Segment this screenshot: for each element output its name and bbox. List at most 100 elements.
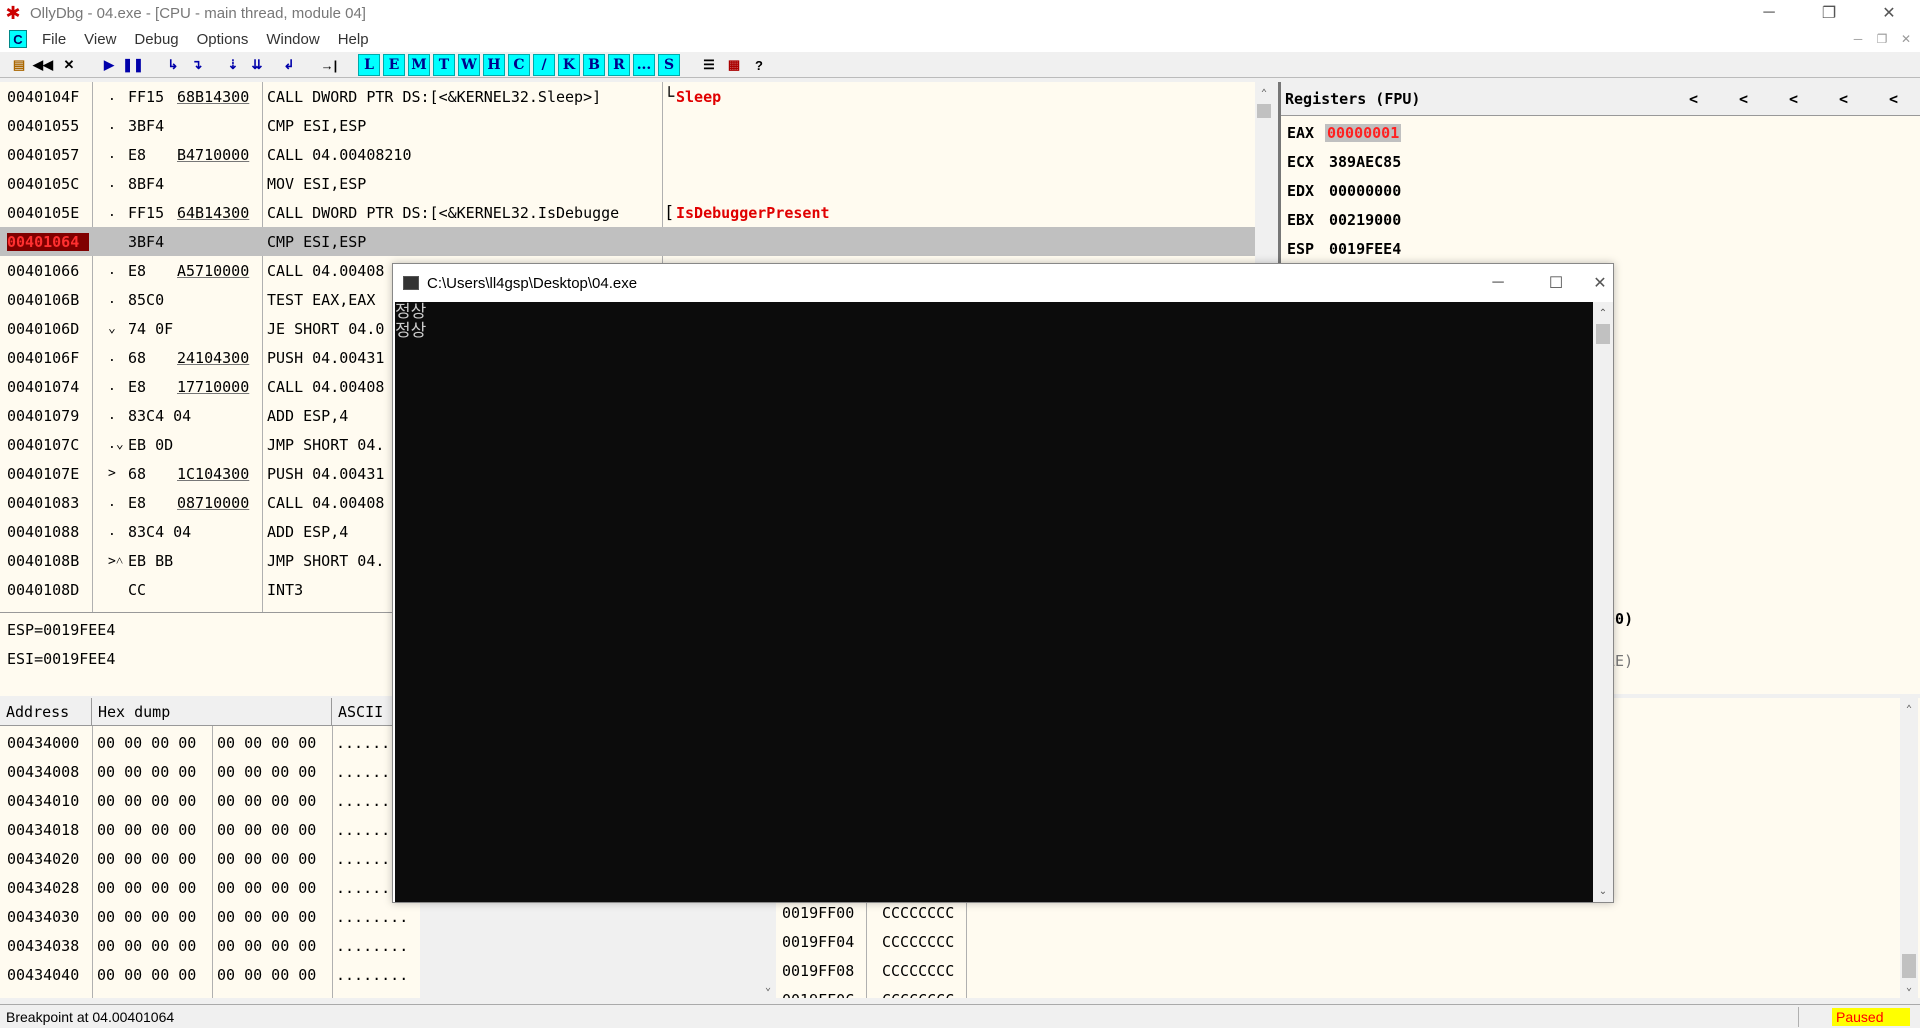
disasm-row[interactable]: 00401064 3BF4 CMP ESI,ESP <box>0 227 1255 256</box>
dump-hex: 00 00 00 00 <box>217 791 317 810</box>
disasm-opcode: 68 <box>128 464 147 483</box>
menu-debug[interactable]: Debug <box>125 31 187 48</box>
call-stack-button[interactable]: K <box>558 54 580 76</box>
go-to-icon[interactable]: →| <box>318 54 340 76</box>
register-value[interactable]: 00219000 <box>1327 211 1403 229</box>
close-button[interactable]: ✕ <box>1860 0 1918 26</box>
step-over-icon[interactable]: ↴ <box>186 54 208 76</box>
console-maximize-button[interactable]: ☐ <box>1527 270 1585 296</box>
references-button[interactable]: R <box>608 54 630 76</box>
dump-row[interactable]: 00434020 00 00 00 00 00 00 00 00...... <box>0 844 420 873</box>
log-window-button[interactable]: L <box>358 54 380 76</box>
scroll-up-icon[interactable]: ⌃ <box>1255 84 1272 102</box>
menu-window[interactable]: Window <box>257 31 328 48</box>
dump-header-address[interactable]: Address <box>0 698 92 726</box>
stack-scrollbar[interactable]: ⌃ ⌄ <box>1900 698 1918 998</box>
close-program-icon[interactable]: ✕ <box>58 54 80 76</box>
reg-nav-button[interactable]: < <box>1889 90 1898 108</box>
disasm-row[interactable]: 0040105C. 8BF4 MOV ESI,ESP <box>0 169 1255 198</box>
reg-nav-button[interactable]: < <box>1689 90 1698 108</box>
disasm-opcode: 3BF4 <box>128 232 165 251</box>
disasm-opcode: E8 <box>128 377 147 396</box>
run-trace-button[interactable]: ... <box>633 54 655 76</box>
step-into-icon[interactable]: ↳ <box>162 54 184 76</box>
disasm-row[interactable]: 0040105E. FF15 64B14300 CALL DWORD PTR DS:[… <box>0 198 1255 227</box>
menu-options[interactable]: Options <box>188 31 258 48</box>
disasm-row[interactable]: 00401055. 3BF4 CMP ESI,ESP <box>0 111 1255 140</box>
disasm-instruction: CMP ESI,ESP <box>267 116 367 135</box>
menu-help[interactable]: Help <box>329 31 378 48</box>
dump-row[interactable]: 00434018 00 00 00 00 00 00 00 00...... <box>0 815 420 844</box>
breakpoints-button[interactable]: B <box>583 54 605 76</box>
cpu-button[interactable]: C <box>508 54 530 76</box>
scroll-up-icon[interactable]: ⌃ <box>1594 304 1612 322</box>
reg-nav-button[interactable]: < <box>1739 90 1748 108</box>
dump-row[interactable]: 00434030 00 00 00 00 00 00 00 00........ <box>0 902 420 931</box>
disasm-address: 0040105C <box>7 174 80 193</box>
status-badge: Paused <box>1832 1008 1910 1026</box>
list-icon[interactable]: ☰ <box>698 54 720 76</box>
info-line: ESI=0019FEE4 <box>7 650 116 668</box>
memory-button[interactable]: M <box>408 54 430 76</box>
restart-icon[interactable]: ◀◀ <box>32 54 54 76</box>
threads-button[interactable]: T <box>433 54 455 76</box>
modules-button[interactable]: E <box>383 54 405 76</box>
console-scrollbar[interactable]: ⌃ ⌄ <box>1593 302 1613 902</box>
windows-button[interactable]: W <box>458 54 480 76</box>
menu-view[interactable]: View <box>75 31 125 48</box>
scroll-down-icon[interactable]: ⌄ <box>1594 882 1612 900</box>
minimize-button[interactable]: ─ <box>1740 0 1798 26</box>
dump-row[interactable]: 00434040 00 00 00 00 00 00 00 00........ <box>0 960 420 989</box>
mdi-restore-icon[interactable]: ❐ <box>1872 30 1892 48</box>
dump-row[interactable]: 00434038 00 00 00 00 00 00 00 00........ <box>0 931 420 960</box>
open-file-icon[interactable]: ▤ <box>8 54 30 76</box>
grid-icon[interactable]: ▦ <box>723 54 745 76</box>
registers-header[interactable]: Registers (FPU) < < < < < <box>1281 82 1920 116</box>
reg-nav-button[interactable]: < <box>1839 90 1848 108</box>
disasm-flow-mark: . <box>108 408 116 423</box>
dump-row[interactable]: 00434010 00 00 00 00 00 00 00 00...... <box>0 786 420 815</box>
execute-till-return-icon[interactable]: ↲ <box>278 54 300 76</box>
register-value[interactable]: 0019FEE4 <box>1327 240 1403 258</box>
dump-header-hex[interactable]: Hex dump <box>92 698 332 726</box>
restore-button[interactable]: ❐ <box>1800 0 1858 26</box>
hex-dump-panel[interactable]: Address Hex dump ASCII 00434000 00 00 00 … <box>0 698 420 998</box>
pause-icon[interactable]: ❚❚ <box>122 54 144 76</box>
scroll-down-icon[interactable]: ⌄ <box>760 978 777 996</box>
console-output[interactable]: 정상 정상 <box>395 302 1595 902</box>
run-icon[interactable]: ▶ <box>98 54 120 76</box>
dump-row[interactable]: 00434028 00 00 00 00 00 00 00 00...... <box>0 873 420 902</box>
disasm-address: 0040105E <box>7 203 80 222</box>
trace-into-icon[interactable]: ⇣ <box>222 54 244 76</box>
menu-file[interactable]: File <box>33 31 75 48</box>
disasm-row[interactable]: 00401057. E8 B4710000 CALL 04.00408210 <box>0 140 1255 169</box>
disasm-address: 0040107C <box>7 435 80 454</box>
console-minimize-button[interactable]: ─ <box>1469 270 1527 296</box>
cpu-window-icon[interactable]: C <box>9 30 27 48</box>
toolbar: ▤ ◀◀ ✕ ▶ ❚❚ ↳ ↴ ⇣ ⇊ ↲ →| L E M T W H C /… <box>0 52 1920 78</box>
dump-row[interactable]: 00434000 00 00 00 00 00 00 00 00...... <box>0 728 420 757</box>
stack-value: CCCCCCCC <box>882 932 955 951</box>
trace-over-icon[interactable]: ⇊ <box>246 54 268 76</box>
console-title-bar[interactable]: C:\Users\ll4gsp\Desktop\04.exe ─ ☐ ✕ <box>393 264 1613 302</box>
reg-nav-button[interactable]: < <box>1789 90 1798 108</box>
register-value[interactable]: 389AEC85 <box>1327 153 1403 171</box>
scroll-up-icon[interactable]: ⌃ <box>1900 700 1918 718</box>
mdi-close-icon[interactable]: ✕ <box>1896 30 1916 48</box>
console-window[interactable]: C:\Users\ll4gsp\Desktop\04.exe ─ ☐ ✕ 정상 … <box>392 263 1614 903</box>
disasm-row[interactable]: 0040104F. FF15 68B14300 CALL DWORD PTR DS:[… <box>0 82 1255 111</box>
dump-hex: 00 00 00 00 <box>97 878 197 897</box>
handles-button[interactable]: H <box>483 54 505 76</box>
disasm-brace: └ <box>664 86 675 107</box>
disasm-operand-bytes: 17710000 <box>177 377 250 396</box>
patches-button[interactable]: / <box>533 54 555 76</box>
mdi-minimize-icon[interactable]: ─ <box>1848 30 1868 48</box>
dump-row[interactable]: 00434008 00 00 00 00 00 00 00 00...... <box>0 757 420 786</box>
console-close-button[interactable]: ✕ <box>1585 270 1615 296</box>
disasm-instruction: CALL 04.00408210 <box>267 145 412 164</box>
register-value[interactable]: 00000001 <box>1325 123 1402 142</box>
register-value[interactable]: 00000000 <box>1327 182 1403 200</box>
help-button[interactable]: ? <box>748 54 770 76</box>
source-button[interactable]: S <box>658 54 680 76</box>
scroll-down-icon[interactable]: ⌄ <box>1900 978 1918 996</box>
